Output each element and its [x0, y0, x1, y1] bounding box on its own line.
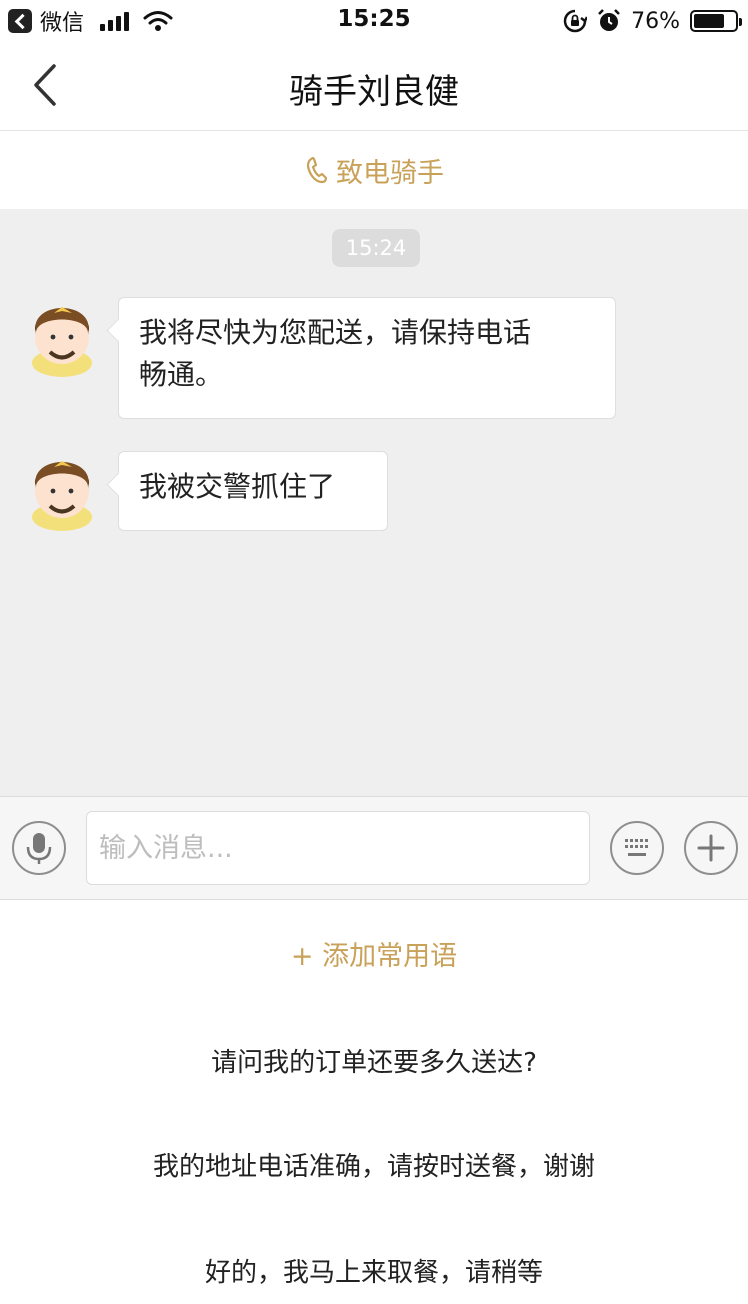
call-rider-label: 致电骑手: [336, 157, 444, 189]
battery-level-fill: [694, 14, 725, 28]
rider-avatar[interactable]: [24, 297, 100, 377]
chat-message-bubble[interactable]: 我将尽快为您配送，请保持电话 畅通。: [118, 297, 616, 419]
keyboard-button[interactable]: [610, 821, 664, 875]
message-text-line: 畅通。: [139, 358, 224, 391]
status-bar: 微信 15:25 76%: [0, 0, 748, 42]
voice-button[interactable]: [12, 821, 66, 875]
chat-area[interactable]: 15:24 我将尽快为您配送，请保持电话 畅通。 我被交警抓住了: [0, 209, 748, 796]
battery-percent: 76%: [631, 8, 680, 34]
battery-icon: [690, 10, 742, 32]
rider-avatar[interactable]: [24, 451, 100, 531]
more-options-button[interactable]: [684, 821, 738, 875]
status-bar-right: 76%: [563, 7, 742, 35]
navigation-bar: 骑手刘良健: [0, 42, 748, 131]
add-common-phrase-button[interactable]: + 添加常用语: [0, 934, 748, 973]
message-timestamp: 15:24: [332, 229, 420, 267]
rotation-lock-icon: [563, 9, 588, 33]
quick-phrase-item[interactable]: 请问我的订单还要多久送达?: [0, 1042, 748, 1079]
microphone-icon: [26, 833, 52, 864]
message-input[interactable]: [86, 811, 590, 885]
input-bar: [0, 796, 748, 900]
keyboard-icon: [625, 839, 648, 856]
quick-phrase-item[interactable]: 好的，我马上来取餐，请稍等: [0, 1252, 748, 1289]
call-rider-button[interactable]: 致电骑手: [0, 131, 748, 209]
phone-icon: [306, 156, 328, 184]
plus-icon: [697, 834, 725, 862]
quick-phrase-item[interactable]: 我的地址电话准确，请按时送餐，谢谢: [0, 1146, 748, 1183]
alarm-icon: [598, 9, 620, 31]
quick-phrases-panel: + 添加常用语 请问我的订单还要多久送达? 我的地址电话准确，请按时送餐，谢谢 …: [0, 900, 748, 1304]
message-text-line: 我将尽快为您配送，请保持电话: [139, 316, 532, 349]
page-title: 骑手刘良健: [289, 72, 459, 112]
message-text-line: 我被交警抓住了: [139, 470, 336, 503]
chat-message-bubble[interactable]: 我被交警抓住了: [118, 451, 388, 531]
